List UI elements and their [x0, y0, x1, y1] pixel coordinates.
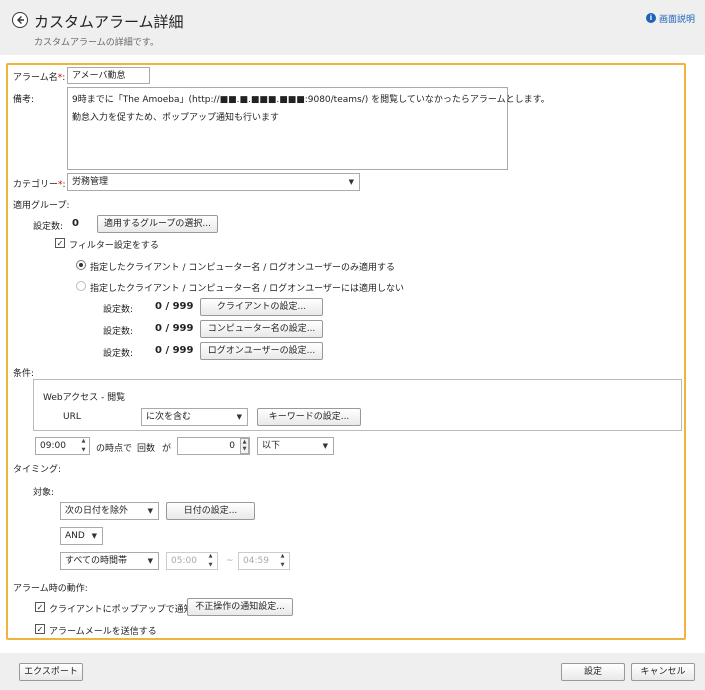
cancel-button[interactable]: キャンセル: [631, 663, 695, 681]
logon-user-count-value: 0 / 999: [155, 345, 194, 356]
computer-count-value: 0 / 999: [155, 323, 194, 334]
client-settings-button[interactable]: クライアントの設定...: [200, 298, 323, 316]
down-icon: ▼: [81, 447, 86, 453]
count-spinner[interactable]: ▲ ▼: [240, 438, 249, 454]
up-icon: ▲: [280, 553, 285, 559]
time-to-spinner[interactable]: ▲ ▼: [278, 553, 287, 569]
time-range-select[interactable]: すべての時間帯 ▼: [60, 552, 159, 570]
client-count-value: 0 / 999: [155, 301, 194, 312]
category-label: カテゴリー*:: [13, 180, 66, 190]
select-group-button[interactable]: 適用するグループの選択...: [97, 215, 218, 233]
chevron-down-icon: ▼: [236, 413, 242, 421]
compare-select[interactable]: 以下 ▼: [257, 437, 334, 455]
chevron-down-icon: ▼: [348, 178, 354, 186]
filter-checkbox[interactable]: ✓: [55, 238, 65, 248]
chevron-down-icon: ▼: [147, 507, 153, 515]
computer-settings-button[interactable]: コンピューター名の設定...: [200, 320, 323, 338]
checkmark-icon: ✓: [56, 239, 64, 248]
alarm-name-label: アラーム名*:: [13, 73, 66, 83]
popup-checkbox[interactable]: ✓: [35, 602, 45, 612]
radio-apply-only-label: 指定したクライアント / コンピューター名 / ログオンユーザーのみ適用する: [90, 263, 395, 273]
note-label: 備考:: [13, 95, 35, 105]
info-icon[interactable]: i: [646, 13, 656, 23]
time-spinner[interactable]: ▲ ▼: [79, 438, 88, 454]
logon-user-count-label: 設定数:: [103, 349, 134, 359]
mail-checkbox[interactable]: ✓: [35, 624, 45, 634]
logon-user-settings-button[interactable]: ログオンユーザーの設定...: [200, 342, 323, 360]
help-link[interactable]: 画面説明: [659, 12, 695, 25]
ga-text: が: [162, 444, 172, 454]
category-select[interactable]: 労務管理 ▼: [67, 173, 360, 191]
down-icon: ▼: [208, 562, 213, 568]
page-header: カスタムアラーム詳細 カスタムアラームの詳細です。 i 画面説明: [0, 0, 705, 55]
up-icon: ▲: [242, 439, 247, 445]
at-time-text: の時点で: [96, 444, 133, 454]
count-text: 回数: [137, 444, 156, 454]
url-match-select[interactable]: に次を含む ▼: [141, 408, 248, 426]
mail-checkbox-label: アラームメールを送信する: [49, 627, 157, 637]
date-settings-button[interactable]: 日付の設定...: [166, 502, 255, 520]
radio-exclude-label: 指定したクライアント / コンピューター名 / ログオンユーザーには適用しない: [90, 284, 404, 294]
computer-count-label: 設定数:: [103, 327, 134, 337]
chevron-down-icon: ▼: [322, 442, 328, 450]
date-filter-select[interactable]: 次の日付を除外 ▼: [60, 502, 159, 520]
popup-notify-settings-button[interactable]: 不正操作の通知設定...: [187, 598, 293, 616]
back-button[interactable]: [12, 12, 28, 28]
page-subtitle: カスタムアラームの詳細です。: [34, 38, 159, 48]
checkmark-icon: ✓: [36, 603, 44, 612]
filter-checkbox-label: フィルター設定をする: [69, 241, 159, 251]
time-range-tilde: ~: [226, 556, 234, 566]
keyword-settings-button[interactable]: キーワードの設定...: [257, 408, 361, 426]
down-icon: ▼: [280, 562, 285, 568]
group-count-value: 0: [72, 218, 79, 229]
group-count-label: 設定数:: [33, 222, 64, 232]
up-icon: ▲: [81, 438, 86, 444]
note-textarea[interactable]: 9時までに「The Amoeba」(http://■■.■.■■■.■■■:90…: [67, 87, 550, 170]
page-title: カスタムアラーム詳細: [34, 13, 184, 31]
alarm-action-label: アラーム時の動作:: [13, 584, 88, 594]
radio-exclude[interactable]: [76, 281, 86, 291]
export-button[interactable]: エクスポート: [19, 663, 83, 681]
radio-apply-only[interactable]: [76, 260, 86, 270]
time-from-spinner[interactable]: ▲ ▼: [206, 553, 215, 569]
chevron-down-icon: ▼: [91, 532, 97, 540]
timing-target-label: 対象:: [33, 488, 55, 498]
ok-button[interactable]: 設定: [561, 663, 625, 681]
chevron-down-icon: ▼: [147, 557, 153, 565]
alarm-name-input[interactable]: アメーバ勤怠: [67, 67, 150, 84]
down-icon: ▼: [242, 446, 247, 452]
back-arrow-icon: [17, 16, 24, 24]
checkmark-icon: ✓: [36, 625, 44, 634]
up-icon: ▲: [208, 553, 213, 559]
client-count-label: 設定数:: [103, 305, 134, 315]
url-label: URL: [63, 412, 81, 422]
condition-label: 条件:: [13, 369, 35, 379]
apply-group-label: 適用グループ:: [13, 201, 70, 211]
condition-item-title: Webアクセス - 閲覧: [43, 393, 126, 403]
logic-select[interactable]: AND ▼: [60, 527, 103, 545]
timing-label: タイミング:: [13, 465, 62, 475]
